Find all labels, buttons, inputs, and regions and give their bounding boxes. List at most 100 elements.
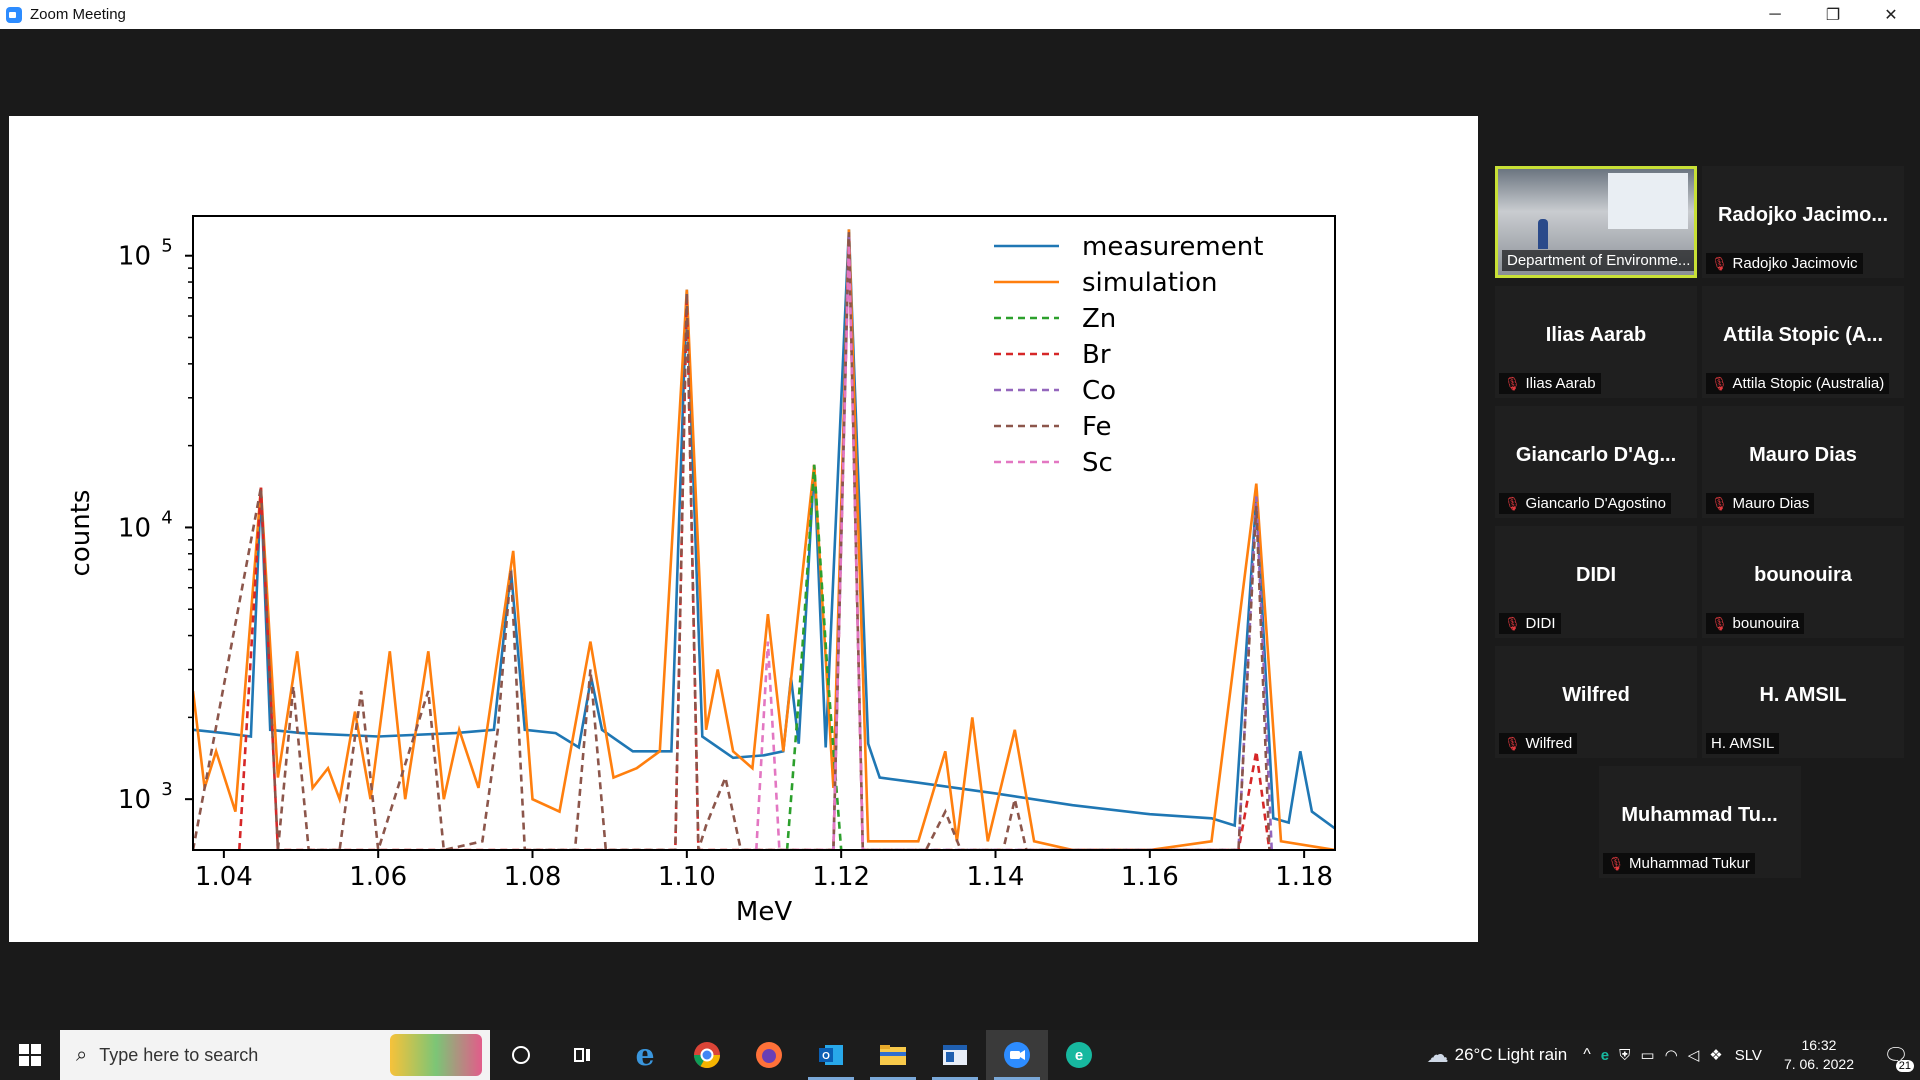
taskbar: ⌕ Type here to search e O e ☁ 26°C Light… — [0, 1030, 1920, 1080]
x-tick-label: 1.14 — [967, 862, 1025, 892]
eset-tray-icon[interactable]: e — [1601, 1047, 1609, 1064]
participant-name-label: 🎙 Muhammad Tukur — [1602, 853, 1755, 874]
participant-name-label: 🎙 Giancarlo D'Agostino — [1499, 493, 1671, 514]
legend-label: simulation — [1082, 268, 1218, 298]
participant-name-label: Department of Environme... — [1502, 250, 1694, 271]
cortana-icon[interactable] — [490, 1030, 552, 1080]
series-line-simulation — [193, 229, 1335, 850]
participant-name-label: 🎙 Radojko Jacimovic — [1706, 253, 1863, 274]
shield-icon[interactable]: ⛨ — [1619, 1047, 1630, 1064]
participant-name-text: DIDI — [1525, 615, 1556, 632]
eset-icon[interactable]: e — [1048, 1030, 1110, 1080]
participant-tile[interactable]: Giancarlo D'Ag... 🎙 Giancarlo D'Agostino — [1495, 406, 1697, 518]
y-tick-label: 10 — [118, 242, 151, 272]
zoom-taskbar-icon[interactable] — [986, 1030, 1048, 1080]
task-view-icon[interactable] — [552, 1030, 614, 1080]
edge-icon[interactable]: e — [614, 1030, 676, 1080]
participant-name-display: Giancarlo D'Ag... — [1515, 444, 1677, 466]
legend-label: Co — [1082, 376, 1116, 406]
y-tick-exponent: 4 — [161, 507, 172, 528]
muted-mic-icon: 🎙 — [1711, 375, 1728, 391]
muted-mic-icon: 🎙 — [1504, 495, 1521, 511]
participant-tile[interactable]: DIDI 🎙 DIDI — [1495, 526, 1697, 638]
x-tick-label: 1.04 — [195, 862, 253, 892]
notification-center[interactable]: 🗨 21 — [1876, 1030, 1916, 1080]
participant-name-display: bounouira — [1754, 564, 1852, 586]
participant-name-display: DIDI — [1576, 564, 1616, 586]
zoom-app-icon — [6, 6, 22, 23]
participant-name-label: 🎙 Attila Stopic (Australia) — [1706, 373, 1890, 394]
muted-mic-icon: 🎙 — [1711, 495, 1728, 511]
dropbox-icon[interactable]: ❖ — [1709, 1046, 1722, 1064]
wifi-icon[interactable]: ◠ — [1665, 1046, 1678, 1064]
system-tray: ☁ 26°C Light rain ^ e ⛨ ▭ ◠ ◁ ❖ SLV 16:3… — [1427, 1030, 1920, 1080]
muted-mic-icon: 🎙 — [1504, 615, 1521, 631]
chrome-icon[interactable] — [676, 1030, 738, 1080]
search-highlight-icon — [390, 1034, 482, 1076]
clock-time: 16:32 — [1801, 1037, 1837, 1053]
series-line-co — [832, 236, 1273, 850]
title-bar: Zoom Meeting ─ ❐ ✕ — [0, 0, 1920, 29]
presenter-figure — [1538, 219, 1548, 249]
participant-name-label: H. AMSIL — [1706, 733, 1780, 754]
battery-icon[interactable]: ▭ — [1640, 1046, 1654, 1064]
participant-tile[interactable]: Ilias Aarab 🎙 Ilias Aarab — [1495, 286, 1697, 398]
participant-name-text: H. AMSIL — [1711, 735, 1775, 752]
participant-name-text: bounouira — [1732, 615, 1800, 632]
legend-label: Br — [1082, 340, 1111, 370]
participant-name-display: Radojko Jacimo... — [1717, 204, 1889, 226]
participant-name-display: Mauro Dias — [1749, 444, 1857, 466]
firefox-icon[interactable] — [738, 1030, 800, 1080]
shared-screen: 1.04 1.06 1.08 1.10 1.12 1.14 1.16 1.18 10 3 10 4 10… — [9, 116, 1478, 942]
y-tick-exponent: 3 — [161, 779, 172, 800]
x-tick-label: 1.08 — [504, 862, 562, 892]
x-tick-label: 1.16 — [1121, 862, 1179, 892]
participant-name-display: Attila Stopic (A... — [1723, 324, 1883, 346]
weather-text[interactable]: 26°C Light rain — [1455, 1045, 1568, 1065]
app-window-icon[interactable] — [924, 1030, 986, 1080]
muted-mic-icon: 🎙 — [1504, 735, 1521, 751]
volume-icon[interactable]: ◁ — [1688, 1046, 1700, 1064]
legend-label: Fe — [1082, 412, 1112, 442]
participant-name-label: 🎙 bounouira — [1706, 613, 1805, 634]
participant-tile[interactable]: bounouira 🎙 bounouira — [1702, 526, 1904, 638]
spectrum-chart: 1.04 1.06 1.08 1.10 1.12 1.14 1.16 1.18 10 3 10 4 10… — [66, 215, 1336, 927]
participant-tile[interactable]: Radojko Jacimo... 🎙 Radojko Jacimovic — [1702, 166, 1904, 278]
y-axis-label: counts — [66, 490, 96, 577]
x-tick-label: 1.18 — [1275, 862, 1333, 892]
taskbar-search[interactable]: ⌕ Type here to search — [60, 1030, 490, 1080]
participant-name-text: Muhammad Tukur — [1629, 855, 1750, 872]
y-tick-exponent: 5 — [161, 236, 172, 257]
search-icon: ⌕ — [76, 1043, 88, 1066]
close-button[interactable]: ✕ — [1862, 0, 1920, 29]
svg-text:O: O — [822, 1051, 830, 1062]
muted-mic-icon: 🎙 — [1504, 375, 1521, 391]
participant-name-display: Ilias Aarab — [1545, 324, 1647, 346]
file-explorer-icon[interactable] — [862, 1030, 924, 1080]
participant-name-label: 🎙 DIDI — [1499, 613, 1561, 634]
outlook-icon[interactable]: O — [800, 1030, 862, 1080]
restore-button[interactable]: ❐ — [1804, 0, 1862, 29]
chevron-up-icon[interactable]: ^ — [1583, 1046, 1591, 1064]
weather-icon[interactable]: ☁ — [1427, 1042, 1449, 1068]
x-axis-label: MeV — [736, 897, 792, 927]
participant-tile[interactable]: Attila Stopic (A... 🎙 Attila Stopic (Austr… — [1702, 286, 1904, 398]
participant-name-text: Mauro Dias — [1732, 495, 1810, 512]
start-button[interactable] — [0, 1030, 60, 1080]
participant-tile[interactable]: Wilfred 🎙 Wilfred — [1495, 646, 1697, 758]
x-tick-label: 1.10 — [658, 862, 716, 892]
y-tick-label: 10 — [118, 785, 151, 815]
participant-tile[interactable]: Muhammad Tu... 🎙 Muhammad Tukur — [1598, 766, 1801, 878]
muted-mic-icon: 🎙 — [1711, 615, 1728, 631]
windows-icon — [19, 1044, 41, 1066]
series-line-measurement — [193, 229, 1335, 830]
participant-tile[interactable]: Department of Environme... — [1495, 166, 1697, 278]
legend-label: measurement — [1082, 232, 1263, 262]
minimize-button[interactable]: ─ — [1746, 0, 1804, 29]
participant-tile[interactable]: H. AMSIL H. AMSIL — [1702, 646, 1904, 758]
clock[interactable]: 16:32 7. 06. 2022 — [1784, 1036, 1854, 1074]
participant-tile[interactable]: Mauro Dias 🎙 Mauro Dias — [1702, 406, 1904, 518]
participant-name-label: 🎙 Mauro Dias — [1706, 493, 1815, 514]
language-indicator[interactable]: SLV — [1735, 1047, 1762, 1064]
participant-name-label: 🎙 Ilias Aarab — [1499, 373, 1601, 394]
